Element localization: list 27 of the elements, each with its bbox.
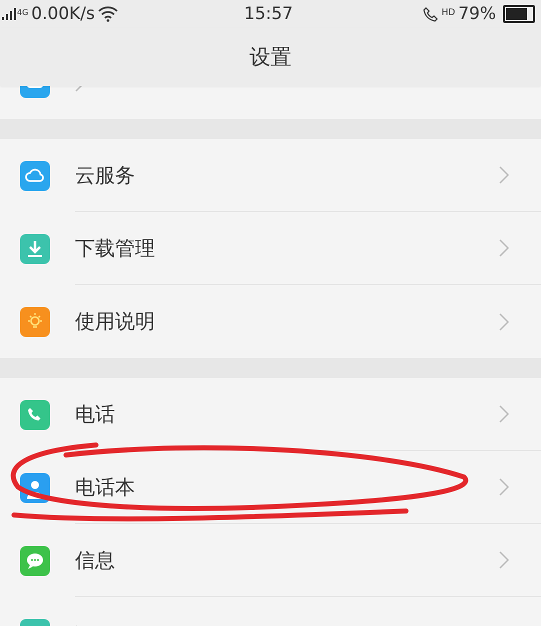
hd-label: HD [442, 8, 456, 18]
network-speed: 0.00K/s [31, 4, 95, 24]
settings-item[interactable]: 下载管理 [0, 212, 541, 285]
settings-item[interactable]: 云服务 [0, 139, 541, 212]
chevron-icon [499, 312, 509, 330]
wifi-icon [98, 6, 118, 22]
clock-time: 15:57 [244, 4, 293, 24]
settings-item[interactable]: 电话 [0, 378, 541, 451]
chat-bubble-icon [20, 546, 50, 576]
settings-item[interactable]: 电话本 [0, 451, 541, 524]
settings-item[interactable]: 信息 [0, 524, 541, 597]
chevron-icon [499, 239, 509, 257]
signal-icon [2, 7, 16, 21]
chevron-icon [499, 478, 509, 496]
battery-percent: 79% [458, 4, 496, 24]
lightbulb-icon [20, 306, 50, 336]
download-icon [20, 234, 50, 264]
chevron-icon [499, 405, 509, 423]
phone-icon [20, 400, 50, 430]
cloud-icon [20, 160, 50, 190]
battery-icon [503, 5, 535, 23]
screen-title: 设置 [250, 44, 292, 71]
chevron-icon [499, 166, 509, 184]
chevron-icon [499, 551, 509, 569]
phone-icon [422, 6, 438, 22]
settings-item[interactable]: 使用说明 [0, 285, 541, 358]
network-type: 4G [17, 8, 28, 17]
